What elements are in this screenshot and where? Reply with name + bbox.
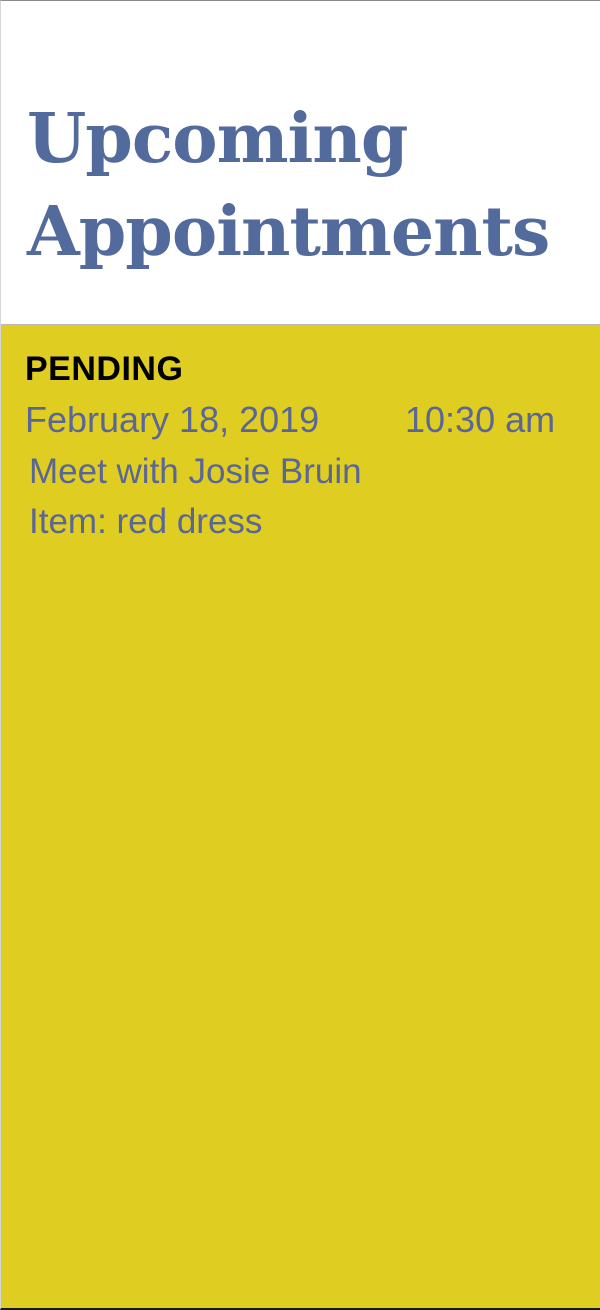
page-title-line-1: Upcoming — [27, 99, 408, 179]
appointments-screen: Upcoming Appointments PENDING February 1… — [0, 0, 600, 1310]
appointment-item: Item: red dress — [29, 502, 263, 541]
appointment-date: February 18, 2019 — [25, 399, 320, 440]
appointment-datetime: February 18, 2019 10:30 am — [1, 397, 600, 443]
page-title-line-2: Appointments — [27, 192, 550, 272]
status-badge: PENDING — [25, 350, 184, 388]
page-header: Upcoming Appointments — [1, 1, 600, 325]
appointment-description: Meet with Josie Bruin — [29, 452, 362, 491]
appointment-time: 10:30 am — [405, 399, 556, 440]
appointment-card[interactable]: PENDING February 18, 2019 10:30 am Meet … — [1, 325, 600, 1308]
page-title: Upcoming Appointments — [27, 93, 600, 279]
